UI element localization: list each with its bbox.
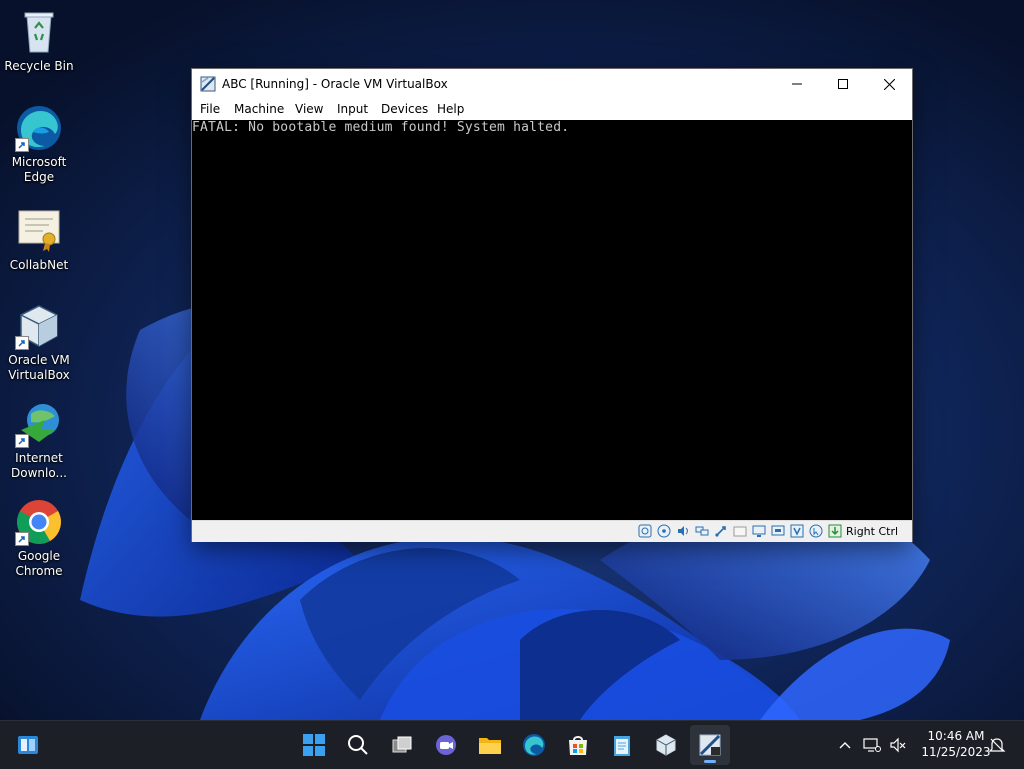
shortcut-arrow-icon [15, 336, 29, 350]
virtualbox-icon [15, 302, 63, 350]
search-icon [348, 735, 368, 755]
maximize-button[interactable] [820, 69, 866, 99]
certificate-icon [15, 207, 63, 255]
window-title: ABC [Running] - Oracle VM VirtualBox [222, 77, 448, 91]
hard-disk-icon[interactable] [638, 524, 652, 538]
virtualbox-icon [656, 734, 676, 756]
recording-icon[interactable] [771, 524, 785, 538]
shortcut-arrow-icon [15, 532, 29, 546]
desktop-icon-recycle-bin[interactable]: Recycle Bin [0, 8, 78, 74]
start-icon [303, 734, 325, 756]
start-button[interactable] [294, 725, 334, 765]
volume-muted-icon [890, 737, 906, 753]
keyboard-capture-icon[interactable] [828, 524, 842, 538]
shortcut-arrow-icon [15, 138, 29, 152]
virtualbox-manager-button[interactable] [646, 725, 686, 765]
virtualbox-vm-window[interactable]: ABC [Running] - Oracle VM VirtualBox Fil… [192, 69, 912, 542]
menu-bar: File Machine View Input Devices Help [192, 99, 912, 120]
optical-drive-icon[interactable] [657, 524, 671, 538]
desktop-icon-label: Internet Downlo... [11, 451, 67, 480]
store-icon [569, 736, 587, 755]
network-tray-button[interactable] [861, 721, 883, 769]
menu-file[interactable]: File [200, 102, 220, 116]
edge-taskbar-button[interactable] [514, 725, 554, 765]
clock-date: 11/25/2023 [921, 745, 991, 759]
mouse-integration-icon[interactable] [809, 524, 823, 538]
search-button[interactable] [338, 725, 378, 765]
task-view-button[interactable] [382, 725, 422, 765]
shortcut-arrow-icon [15, 434, 29, 448]
active-indicator [704, 760, 716, 763]
usb-icon[interactable] [714, 524, 728, 538]
recycle-bin-icon [15, 8, 63, 56]
network-icon[interactable] [695, 524, 709, 538]
status-bar: Right Ctrl [192, 520, 912, 542]
edge-icon [15, 104, 63, 152]
title-bar[interactable]: ABC [Running] - Oracle VM VirtualBox [192, 69, 912, 99]
chrome-icon [15, 498, 63, 546]
task-view-icon [392, 736, 412, 753]
volume-tray-button[interactable] [887, 721, 909, 769]
display-icon[interactable] [752, 524, 766, 538]
notification-bell-icon [988, 738, 1006, 752]
edge-icon [523, 734, 545, 756]
close-icon [883, 78, 895, 90]
show-hidden-icons-button[interactable] [834, 721, 856, 769]
file-explorer-icon [479, 738, 501, 754]
teams-chat-icon [436, 735, 456, 755]
desktop-icon-google-chrome[interactable]: Google Chrome [0, 498, 78, 579]
notepad-button[interactable] [602, 725, 642, 765]
maximize-icon [838, 79, 848, 89]
clock-time: 10:46 AM [927, 729, 985, 743]
desktop-icon-label: Google Chrome [15, 549, 63, 578]
desktop-icon-label: CollabNet [9, 258, 69, 272]
network-status-icon [863, 738, 881, 752]
menu-devices[interactable]: Devices [381, 102, 428, 116]
virtualbox-vm-icon [699, 734, 721, 756]
store-button[interactable] [558, 725, 598, 765]
desktop-icon-label: Microsoft Edge [11, 155, 67, 184]
vt-x-icon[interactable] [790, 524, 804, 538]
taskbar: 10:46 AM 11/25/2023 [0, 720, 1024, 769]
minimize-icon [792, 83, 802, 85]
menu-view[interactable]: View [295, 102, 323, 116]
notifications-button[interactable] [986, 721, 1008, 769]
menu-help[interactable]: Help [437, 102, 464, 116]
chevron-up-icon [839, 742, 851, 749]
virtualbox-vm-icon [200, 76, 216, 92]
widgets-button[interactable] [8, 725, 48, 765]
menu-input[interactable]: Input [337, 102, 368, 116]
boot-error-message: FATAL: No bootable medium found! System … [192, 120, 570, 135]
host-key-label: Right Ctrl [846, 525, 899, 538]
vm-display[interactable]: FATAL: No bootable medium found! System … [192, 120, 912, 520]
notepad-icon [614, 736, 630, 756]
shared-folder-icon[interactable] [733, 524, 747, 538]
desktop-icon-internet-download-manager[interactable]: Internet Downlo... [0, 400, 78, 481]
teams-chat-button[interactable] [426, 725, 466, 765]
internet-download-manager-icon [15, 400, 63, 448]
desktop-icon-collabnet[interactable]: CollabNet [0, 207, 78, 273]
desktop-icon-microsoft-edge[interactable]: Microsoft Edge [0, 104, 78, 185]
file-explorer-button[interactable] [470, 725, 510, 765]
widgets-icon [18, 736, 38, 754]
desktop-icon-oracle-vm-virtualbox[interactable]: Oracle VM VirtualBox [0, 302, 78, 383]
virtualbox-vm-taskbar-button[interactable] [690, 725, 730, 765]
audio-icon[interactable] [676, 524, 690, 538]
minimize-button[interactable] [774, 69, 820, 99]
menu-machine[interactable]: Machine [234, 102, 284, 116]
desktop-icon-label: Oracle VM VirtualBox [8, 353, 70, 382]
desktop-icon-label: Recycle Bin [4, 59, 74, 73]
taskbar-clock[interactable]: 10:46 AM 11/25/2023 [916, 728, 996, 760]
close-button[interactable] [866, 69, 912, 99]
